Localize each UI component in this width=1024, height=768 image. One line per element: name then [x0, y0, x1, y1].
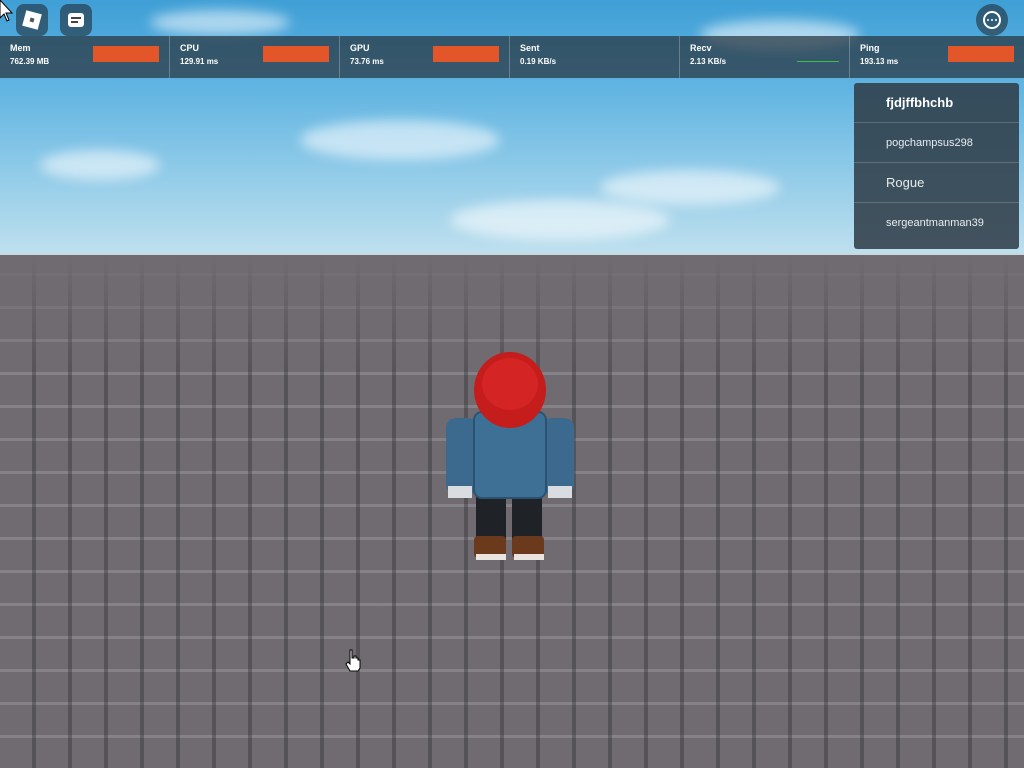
stat-label: Mem [10, 43, 31, 53]
stat-cpu[interactable]: CPU 129.91 ms [170, 36, 340, 78]
roblox-menu-button[interactable] [16, 4, 48, 36]
cloud [300, 120, 500, 160]
stat-graph [433, 46, 499, 62]
stat-gpu[interactable]: GPU 73.76 ms [340, 36, 510, 78]
player-list-item[interactable]: pogchampsus298 [854, 123, 1019, 163]
cloud [600, 170, 780, 205]
roblox-logo-icon [22, 10, 42, 30]
stat-value: 0.19 KB/s [520, 57, 557, 66]
chat-icon [68, 13, 84, 27]
more-options-icon [983, 11, 1001, 29]
stat-label: Sent [520, 43, 540, 53]
stat-value: 129.91 ms [180, 57, 219, 66]
cloud [150, 10, 290, 35]
more-options-button[interactable] [976, 4, 1008, 36]
stat-value: 2.13 KB/s [690, 57, 727, 66]
chat-button[interactable] [60, 4, 92, 36]
stat-value: 193.13 ms [860, 57, 899, 66]
stat-graph-line [797, 61, 839, 62]
left-sole [476, 554, 506, 560]
player-name: fjdjffbhchb [886, 95, 954, 110]
stat-sent[interactable]: Sent 0.19 KB/s [510, 36, 680, 78]
performance-stats-bar: Mem 762.39 MB CPU 129.91 ms GPU 73.76 ms… [0, 36, 1024, 78]
stat-recv[interactable]: Recv 2.13 KB/s [680, 36, 850, 78]
player-name: Rogue [886, 175, 925, 190]
right-hand [548, 486, 572, 498]
left-hand [448, 486, 472, 498]
stat-mem[interactable]: Mem 762.39 MB [0, 36, 170, 78]
cloud [40, 150, 160, 180]
stat-label: GPU [350, 43, 370, 53]
stat-value: 762.39 MB [10, 57, 50, 66]
player-list: fjdjffbhchb pogchampsus298 Rogue sergean… [854, 83, 1019, 249]
stat-graph [93, 46, 159, 62]
cloud [450, 200, 670, 240]
player-name: sergeantmanman39 [886, 217, 984, 229]
stat-graph [603, 46, 669, 62]
stat-label: Recv [690, 43, 712, 53]
arrow-cursor-icon [0, 0, 14, 22]
player-list-item[interactable]: sergeantmanman39 [854, 203, 1019, 243]
hand-cursor-icon [345, 649, 361, 672]
player-list-item[interactable]: fjdjffbhchb [854, 83, 1019, 123]
stat-graph [773, 46, 839, 62]
stat-label: Ping [860, 43, 880, 53]
stat-graph [948, 46, 1014, 62]
stat-ping[interactable]: Ping 193.13 ms [850, 36, 1024, 78]
stat-label: CPU [180, 43, 200, 53]
stat-value: 73.76 ms [350, 57, 384, 66]
player-list-item[interactable]: Rogue [854, 163, 1019, 203]
player-name: pogchampsus298 [886, 136, 973, 149]
player-avatar[interactable] [440, 350, 580, 570]
right-sole [514, 554, 544, 560]
stat-graph [263, 46, 329, 62]
